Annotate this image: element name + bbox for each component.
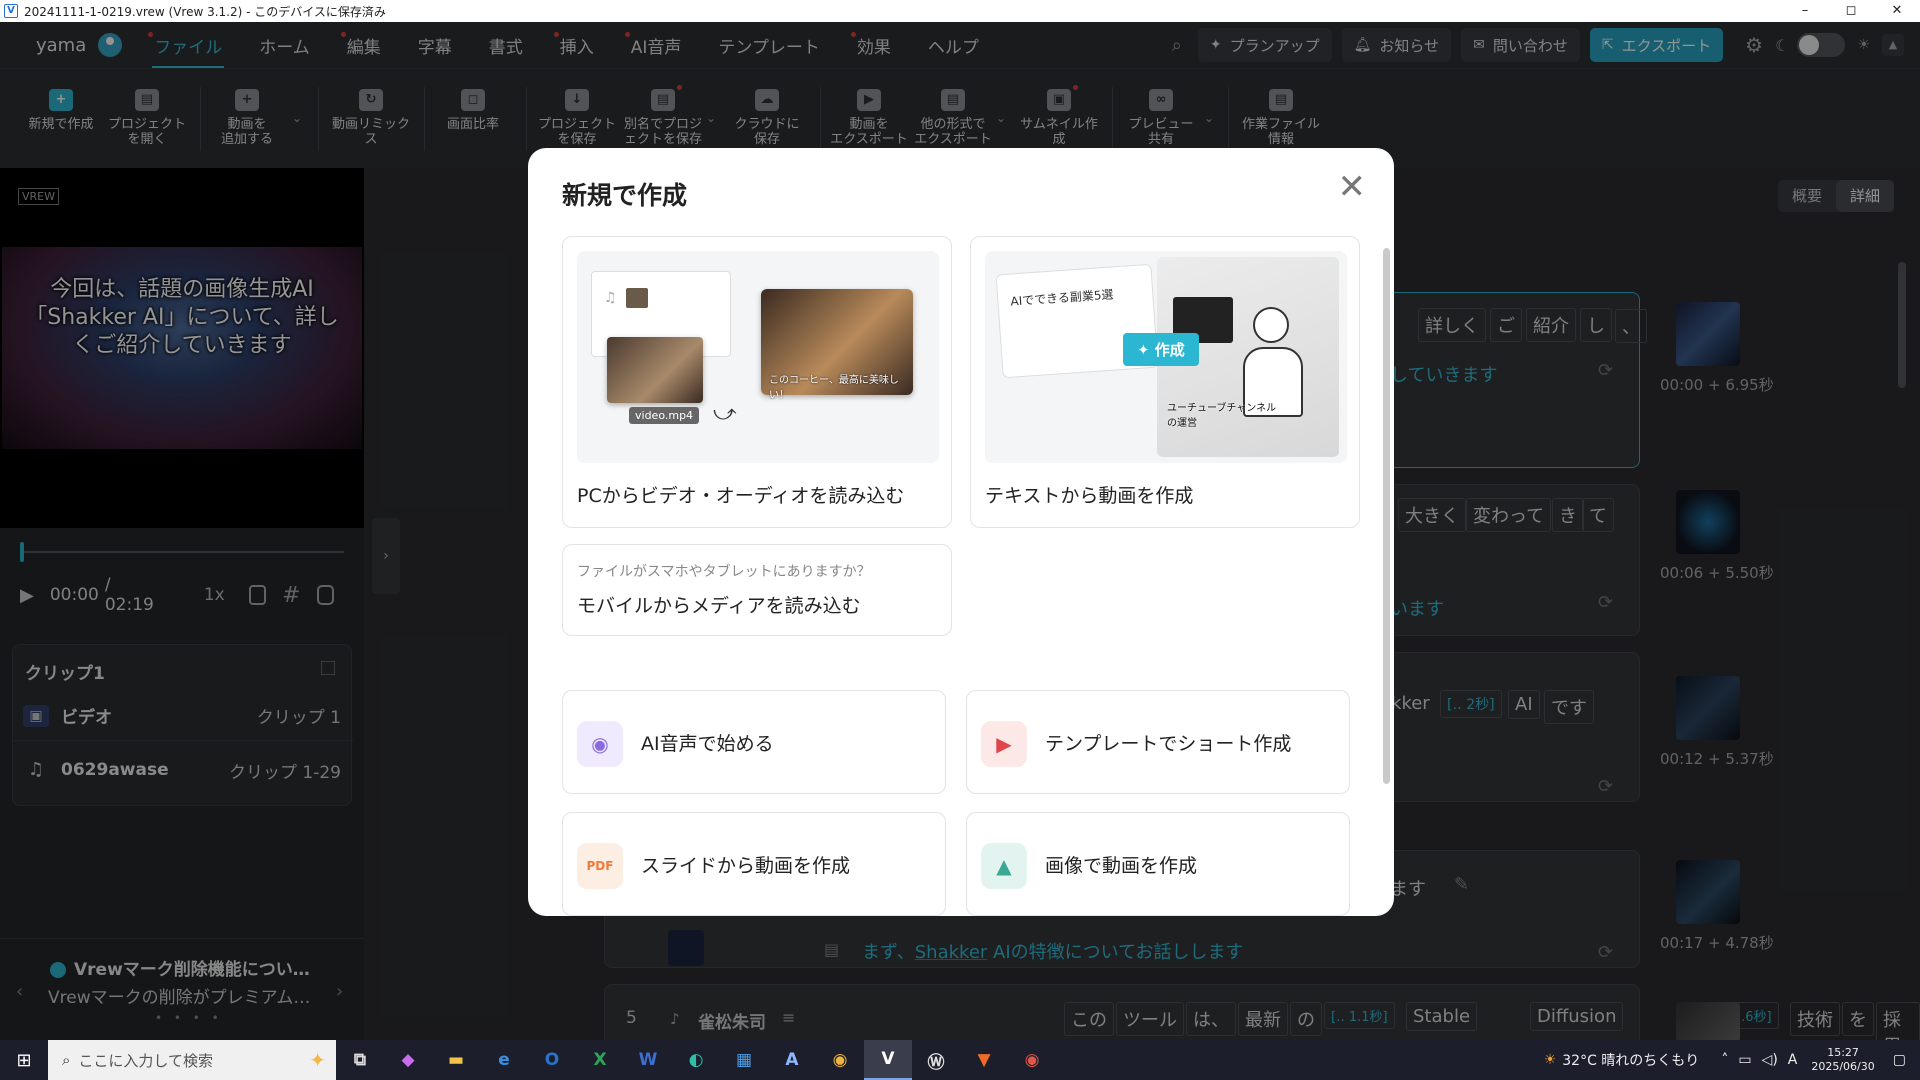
network-icon[interactable]: ▭	[1738, 1052, 1751, 1068]
pc-import-option[interactable]: ♫ video.mp4 ⤻ このコーヒー、最高に美味しい！ PCからビデオ・オー…	[562, 236, 952, 528]
template-short-option[interactable]: ▶ テンプレートでショート作成	[966, 690, 1350, 794]
clock[interactable]: 15:27 2025/06/30	[1811, 1046, 1874, 1074]
app-icon: V	[4, 4, 18, 18]
prompt-text: AIでできる副業5選	[1009, 287, 1114, 309]
dialog-scrollbar[interactable]	[1383, 248, 1390, 784]
template-icon: ▶	[981, 721, 1027, 767]
chrome-profile-icon[interactable]: ◉	[1008, 1040, 1056, 1080]
notification-icon[interactable]: ▢	[1893, 1052, 1906, 1068]
slide-to-video-option[interactable]: PDF スライドから動画を作成	[562, 812, 946, 916]
edge-dev-icon[interactable]: ◐	[672, 1040, 720, 1080]
task-view-icon[interactable]: ⧉	[336, 1040, 384, 1080]
pc-import-illustration: ♫ video.mp4 ⤻ このコーヒー、最高に美味しい！	[577, 251, 939, 463]
video-thumb-icon	[626, 288, 648, 308]
wordpress-icon[interactable]: Ⓦ	[912, 1040, 960, 1080]
app-icon-a[interactable]: A	[768, 1040, 816, 1080]
windows-start-icon[interactable]: ⊞	[0, 1050, 48, 1071]
image-to-video-option[interactable]: ▲ 画像で動画を作成	[966, 812, 1350, 916]
window-title: 20241111-1-0219.vrew (Vrew 3.1.2) - このデバ…	[24, 4, 386, 19]
close-icon[interactable]: ✕	[1338, 170, 1367, 204]
chrome-icon[interactable]: ◉	[816, 1040, 864, 1080]
window-controls: – ◻ ✕	[1782, 0, 1920, 22]
weather-text[interactable]: 32°C 晴れのちくもり	[1562, 1050, 1699, 1070]
system-tray: ☀ 32°C 晴れのちくもり ˄ ▭ ◁) A 15:27 2025/06/30 …	[1544, 1040, 1912, 1080]
maximize-button[interactable]: ◻	[1828, 0, 1874, 22]
text-to-video-label: テキストから動画を作成	[985, 485, 1194, 507]
file-name-label: video.mp4	[629, 407, 700, 424]
create-badge: ✦ 作成	[1123, 333, 1199, 366]
sparkle-icon: ✦	[309, 1048, 326, 1072]
brave-icon[interactable]: ▼	[960, 1040, 1008, 1080]
weather-icon: ☀	[1543, 1052, 1557, 1068]
music-icon: ♫	[604, 290, 617, 306]
ime-indicator[interactable]: A	[1788, 1052, 1798, 1068]
vrew-taskbar-icon[interactable]: V	[864, 1040, 912, 1080]
file-explorer-icon[interactable]: ▬	[432, 1040, 480, 1080]
text-to-video-option[interactable]: AIでできる副業5選 ユーチューブチャンネル の運営 ✦ 作成 テキストから動画…	[970, 236, 1360, 528]
taskbar-search[interactable]: ⌕ ここに入力して検索 ✦	[48, 1040, 336, 1080]
video-file-thumbnail	[607, 337, 703, 403]
excel-icon[interactable]: X	[576, 1040, 624, 1080]
arrow-icon: ⤻	[713, 401, 737, 426]
search-icon: ⌕	[62, 1051, 71, 1069]
chevron-up-icon[interactable]: ˄	[1721, 1052, 1728, 1068]
new-create-dialog: 新規で作成 ✕ ♫ video.mp4 ⤻ このコーヒー、最高に美味しい！ PC…	[528, 148, 1394, 916]
outlook-icon[interactable]: O	[528, 1040, 576, 1080]
pc-import-label: PCからビデオ・オーディオを読み込む	[577, 485, 905, 507]
store-icon[interactable]: ▦	[720, 1040, 768, 1080]
ai-voice-icon: ◉	[577, 721, 623, 767]
volume-icon[interactable]: ◁)	[1762, 1052, 1778, 1068]
mobile-import-label: モバイルからメディアを読み込む	[577, 595, 861, 617]
ai-voice-option[interactable]: ◉ AI音声で始める	[562, 690, 946, 794]
windows-taskbar: ⊞ ⌕ ここに入力して検索 ✦ ⧉ ◆ ▬ e O X W ◐ ▦ A ◉ V …	[0, 1040, 1920, 1080]
youtube-caption: ユーチューブチャンネル の運営	[1167, 403, 1277, 429]
pdf-icon: PDF	[577, 843, 623, 889]
text-to-video-illustration: AIでできる副業5選 ユーチューブチャンネル の運営 ✦ 作成	[985, 251, 1347, 463]
mobile-hint: ファイルがスマホやタブレットにありますか？	[577, 564, 871, 580]
word-icon[interactable]: W	[624, 1040, 672, 1080]
mobile-import-option[interactable]: ファイルがスマホやタブレットにありますか？ モバイルからメディアを読み込む	[562, 544, 952, 636]
illustration-caption: このコーヒー、最高に美味しい！	[769, 375, 899, 401]
close-window-button[interactable]: ✕	[1874, 0, 1920, 22]
dialog-title: 新規で作成	[562, 181, 688, 210]
edge-icon[interactable]: e	[480, 1040, 528, 1080]
window-titlebar: V 20241111-1-0219.vrew (Vrew 3.1.2) - この…	[0, 0, 1920, 22]
minimize-button[interactable]: –	[1782, 0, 1828, 22]
image-icon: ▲	[981, 843, 1027, 889]
copilot-icon[interactable]: ◆	[384, 1040, 432, 1080]
subtitled-video-illustration: このコーヒー、最高に美味しい！	[761, 289, 913, 401]
